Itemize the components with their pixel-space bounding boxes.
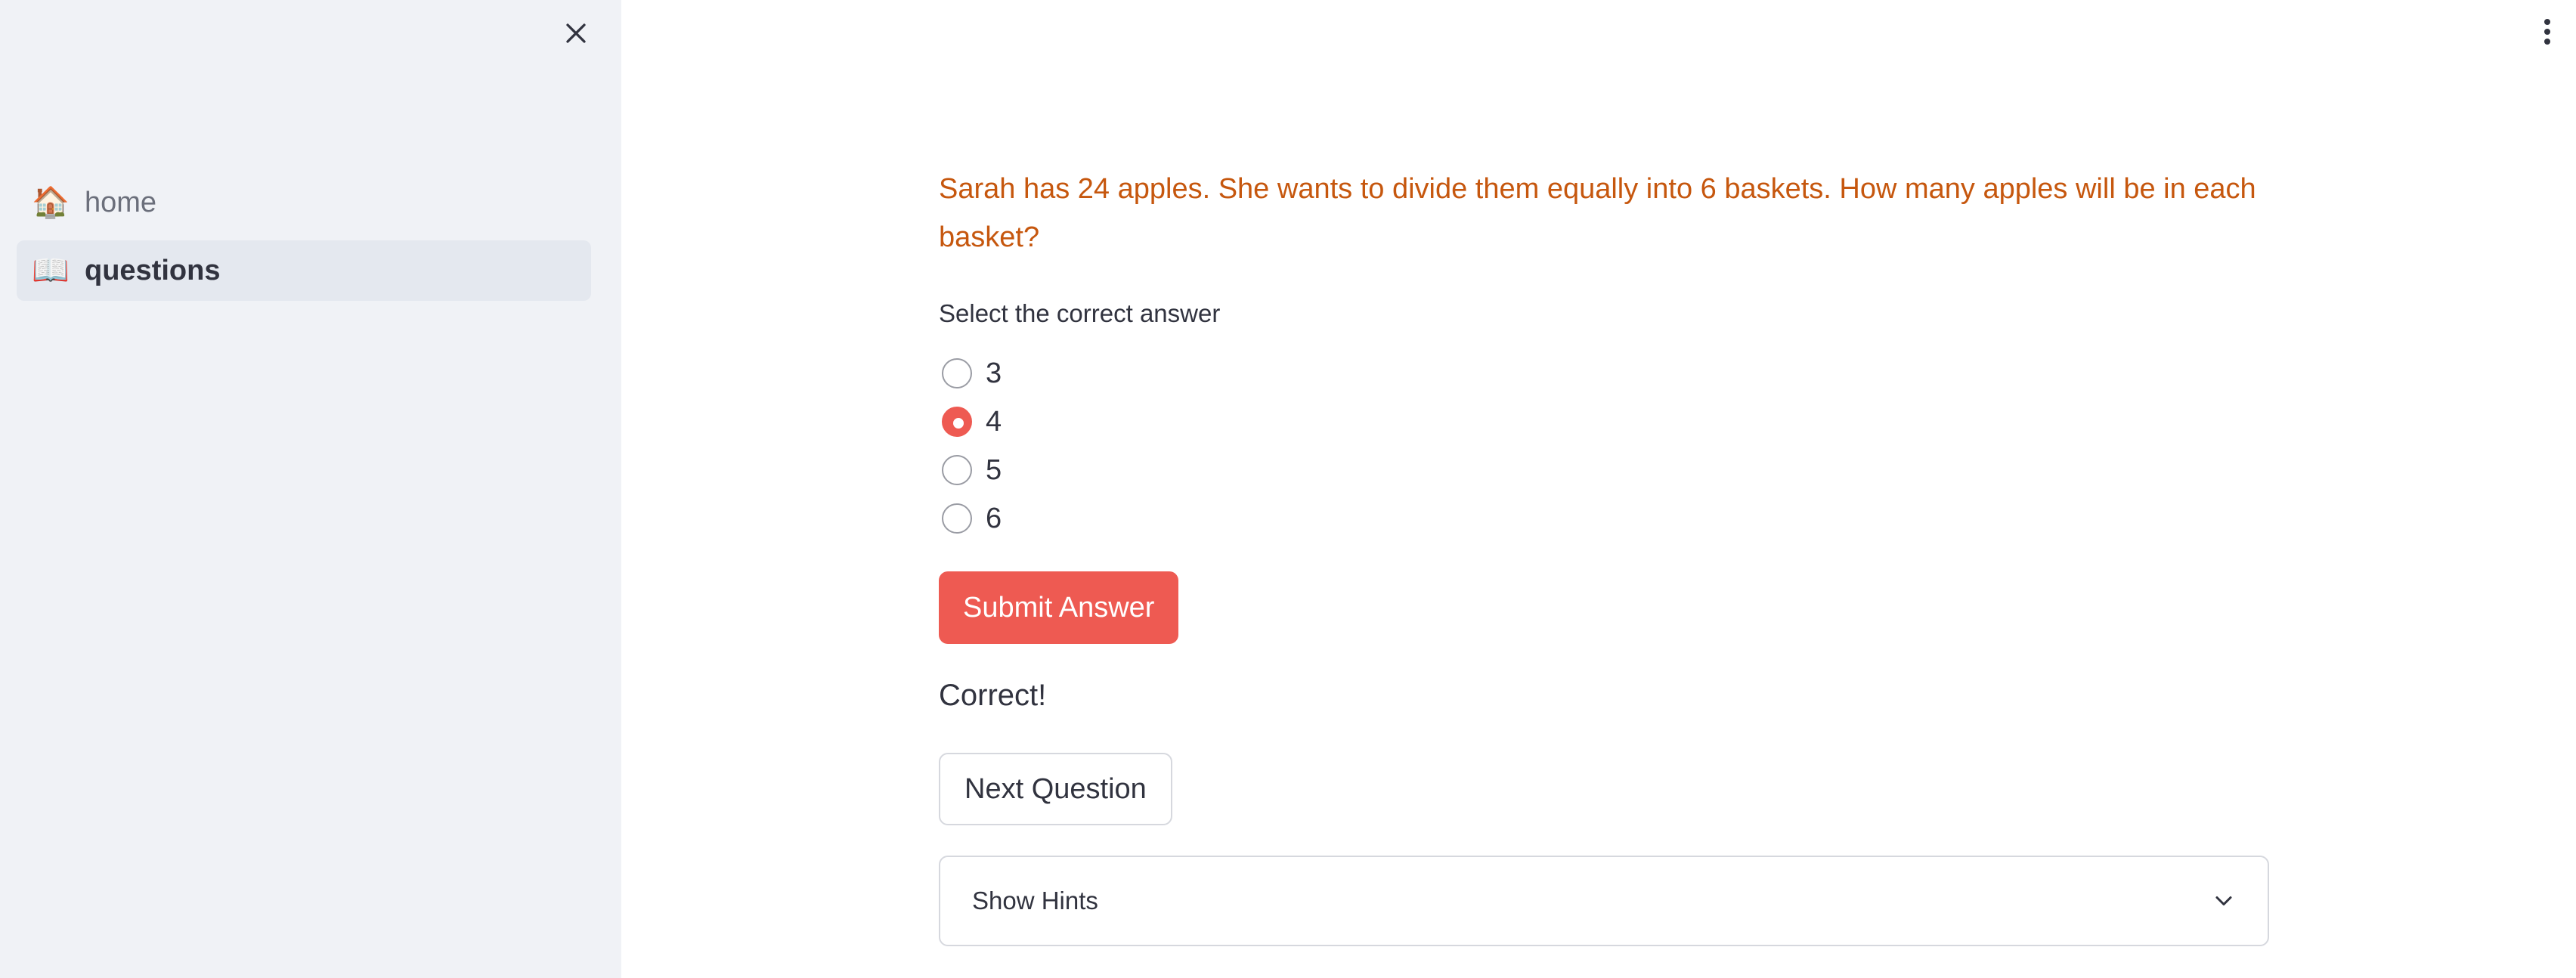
radio-label: 4 [986, 405, 1002, 438]
house-icon: 🏠 [32, 186, 70, 219]
sidebar-nav: 🏠 home 📖 questions [17, 172, 591, 308]
answer-option-4[interactable]: 4 [939, 398, 1002, 446]
expander-label: Show Hints [972, 887, 1098, 915]
radio-button-selected[interactable] [942, 407, 972, 437]
sidebar-item-home[interactable]: 🏠 home [17, 172, 591, 233]
app: 🏠 home 📖 questions Sarah has 24 apples. … [0, 0, 2576, 978]
answer-select-label: Select the correct answer [939, 299, 1221, 327]
chevron-down-icon [2210, 887, 2237, 915]
radio-button[interactable] [942, 358, 972, 388]
show-hints-expander[interactable]: Show Hints [939, 856, 2269, 946]
close-icon [566, 23, 586, 43]
answer-option-5[interactable]: 5 [939, 446, 1002, 494]
sidebar-item-questions[interactable]: 📖 questions [17, 240, 591, 301]
question-text: Sarah has 24 apples. She wants to divide… [939, 173, 2256, 253]
answer-option-3[interactable]: 3 [939, 349, 1002, 398]
next-question-button[interactable]: Next Question [939, 753, 1172, 825]
main-content: Sarah has 24 apples. She wants to divide… [939, 0, 2269, 978]
kebab-menu-icon[interactable] [2534, 15, 2561, 53]
radio-label: 3 [986, 357, 1002, 389]
answer-option-6[interactable]: 6 [939, 494, 1002, 543]
radio-label: 6 [986, 502, 1002, 534]
answer-radio-group: 3 4 5 6 [939, 349, 1002, 543]
sidebar-item-label: questions [85, 254, 221, 286]
submit-answer-button[interactable]: Submit Answer [939, 571, 1179, 644]
sidebar: 🏠 home 📖 questions [0, 0, 621, 978]
open-book-icon: 📖 [32, 254, 70, 287]
sidebar-close-button[interactable] [559, 17, 593, 50]
radio-button[interactable] [942, 503, 972, 534]
sidebar-item-label: home [85, 186, 157, 218]
result-message: Correct! [939, 679, 1047, 712]
radio-label: 5 [986, 453, 1002, 486]
radio-button[interactable] [942, 455, 972, 485]
